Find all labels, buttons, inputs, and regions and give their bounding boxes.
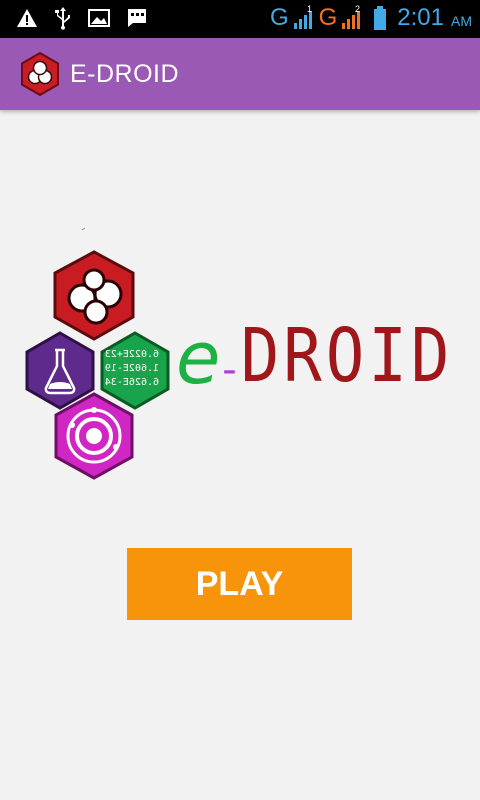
image-icon	[88, 8, 110, 28]
network-type-sim2: G	[318, 4, 338, 31]
svg-text:1: 1	[307, 5, 312, 14]
battery-icon	[373, 5, 387, 31]
app-bar: E-DROID	[0, 38, 480, 110]
signal-icon: 2	[341, 5, 363, 31]
svg-text:6.626E-34: 6.626E-34	[105, 377, 159, 388]
constants-hex-icon: 6.022E+23 1.602E-19 6.626E-34	[100, 331, 170, 410]
usb-icon	[54, 6, 72, 30]
flask-hex-icon	[25, 331, 95, 410]
status-bar: G 1 G 2 2:01 AM	[0, 0, 480, 38]
atom-hex-icon	[54, 392, 134, 480]
message-icon	[126, 7, 148, 29]
logo-mark	[81, 227, 86, 231]
brand-wordmark: e - DROID	[176, 315, 453, 400]
app-logo-icon[interactable]	[18, 52, 62, 96]
brand-dash: -	[222, 347, 237, 393]
molecule-hex-icon	[53, 250, 135, 341]
app-title: E-DROID	[70, 60, 180, 88]
svg-text:6.022E+23: 6.022E+23	[105, 349, 159, 360]
brand-droid: DROID	[240, 314, 454, 400]
play-button[interactable]: PLAY	[127, 548, 352, 620]
network-type-sim1: G	[269, 4, 289, 31]
app-screen: G 1 G 2 2:01 AM E-DROID 6.022E+23 1.602E…	[0, 0, 480, 800]
status-ampm: AM	[451, 13, 472, 29]
status-time: 2:01	[397, 4, 444, 31]
svg-text:1.602E-19: 1.602E-19	[105, 363, 159, 374]
svg-text:2: 2	[355, 5, 360, 14]
signal-icon: 1	[293, 5, 315, 31]
brand-e: e	[176, 316, 221, 400]
warning-icon	[16, 7, 38, 29]
